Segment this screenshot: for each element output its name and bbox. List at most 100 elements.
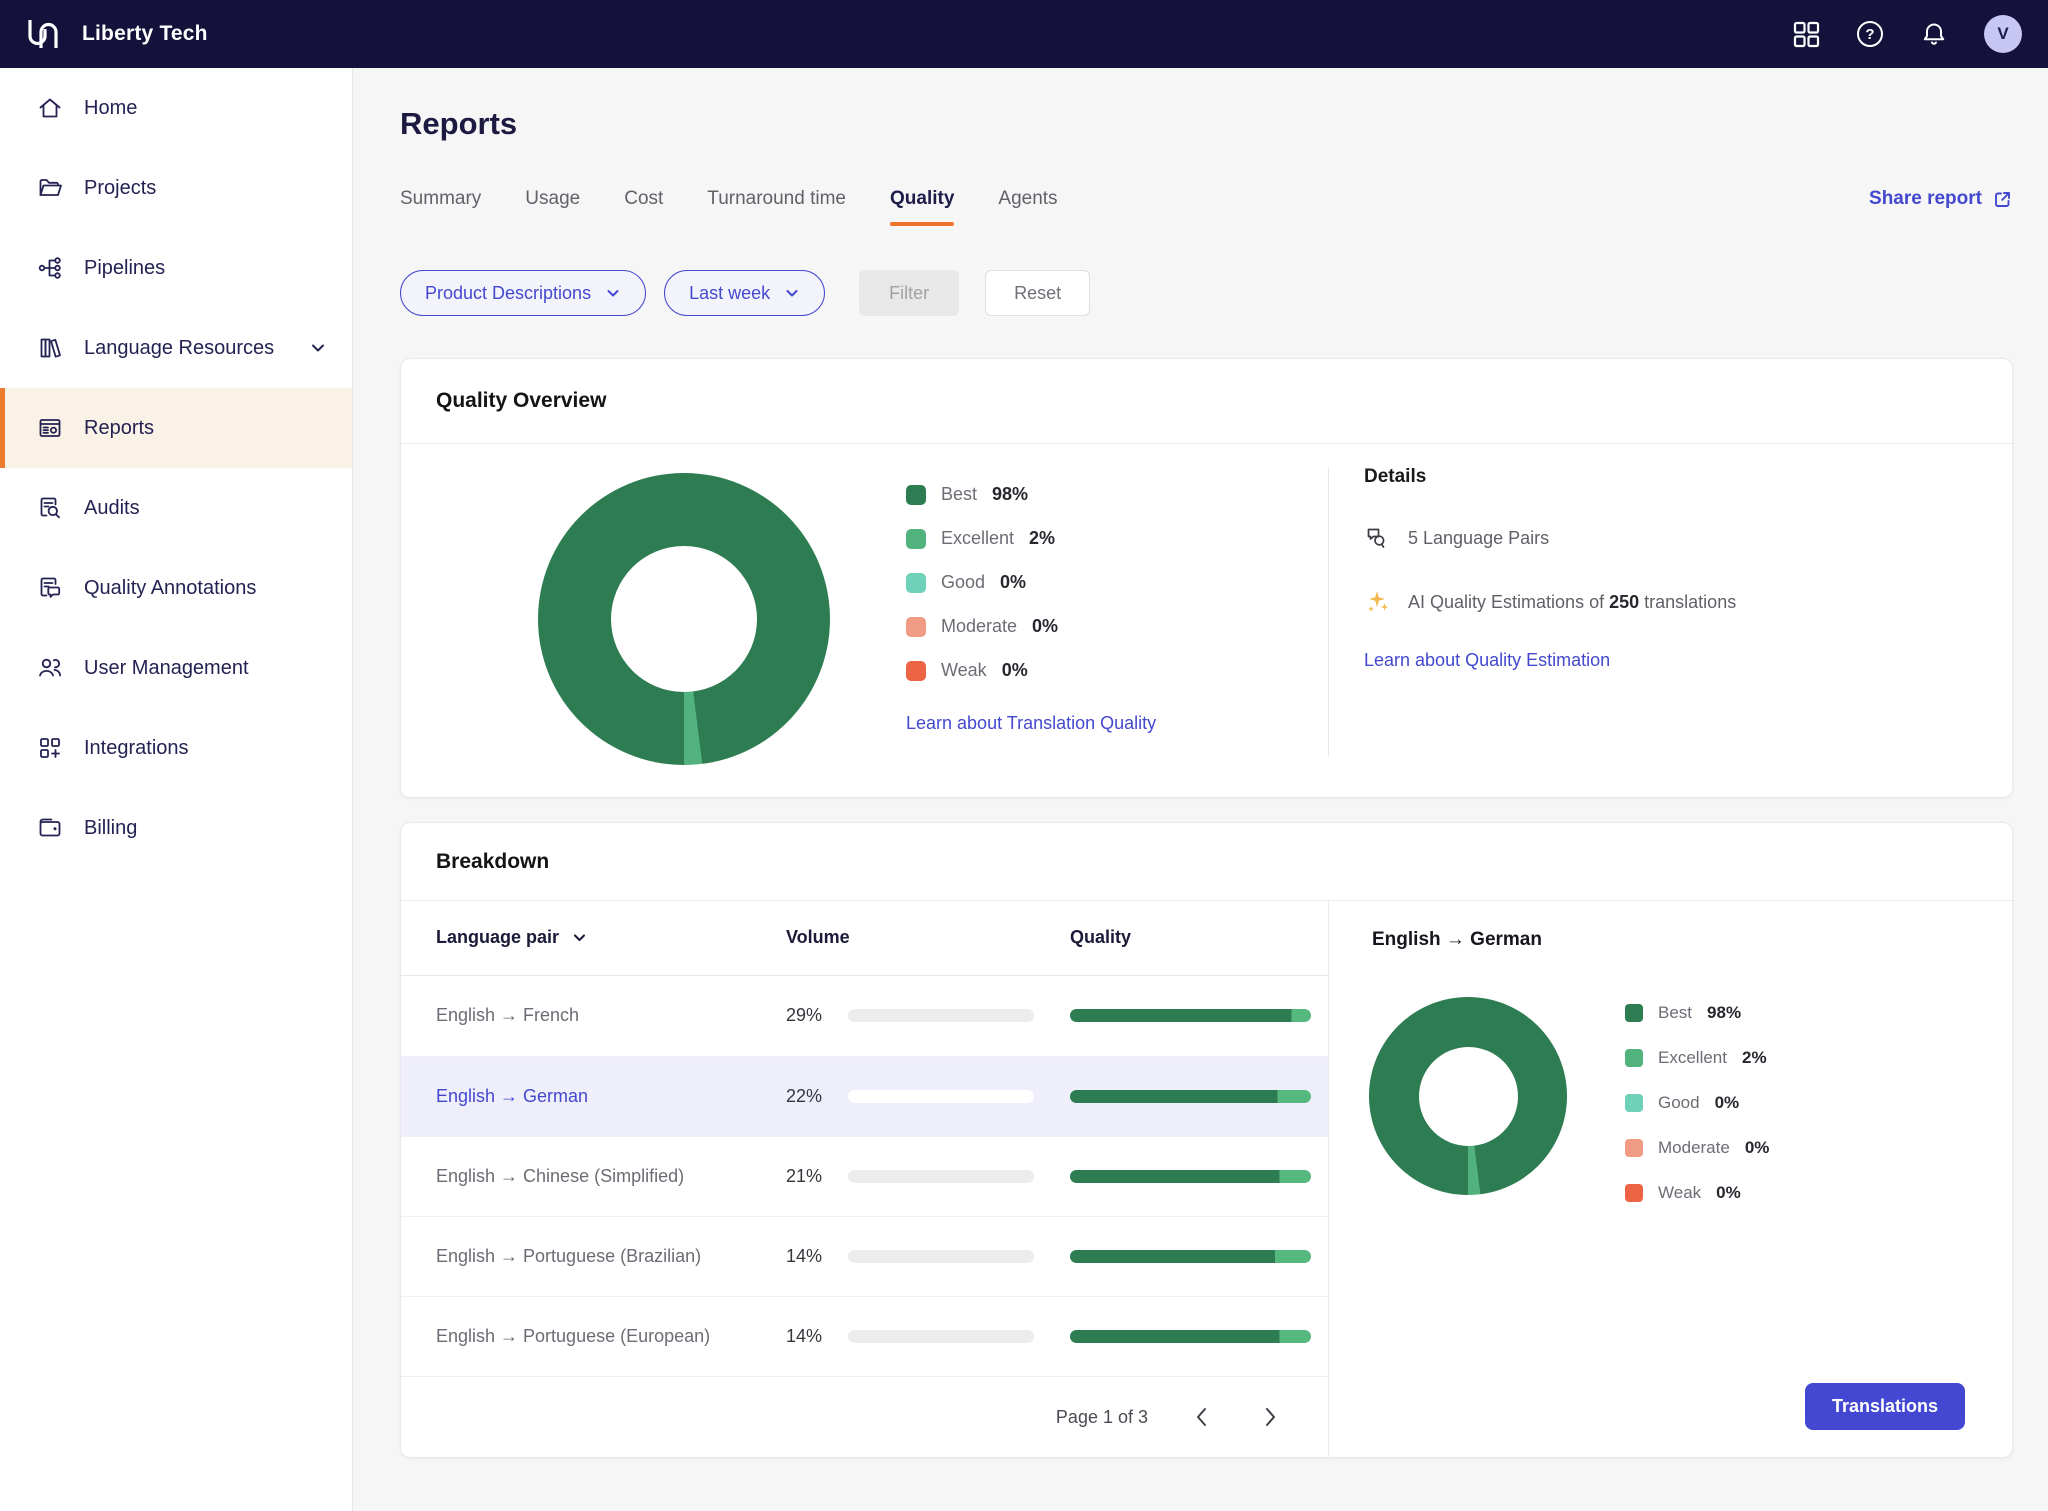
legend-color-chip: [906, 617, 926, 637]
sidebar-item-home[interactable]: Home: [0, 68, 352, 148]
legend-item: Excellent 2%: [906, 528, 1156, 549]
quality-bar: [1070, 1009, 1311, 1022]
volume-percent: 22%: [786, 1086, 836, 1107]
sidebar-item-language-resources[interactable]: Language Resources: [0, 308, 352, 388]
product-filter-dropdown[interactable]: Product Descriptions: [400, 270, 646, 316]
table-rows: English → French 29% English → German 22…: [401, 976, 1328, 1376]
table-row[interactable]: English → Portuguese (European) 14%: [401, 1296, 1328, 1376]
sidebar-item-pipelines[interactable]: Pipelines: [0, 228, 352, 308]
quality-overview-title: Quality Overview: [401, 359, 2012, 444]
tab-agents[interactable]: Agents: [998, 188, 1057, 226]
sidebar-item-integrations[interactable]: Integrations: [0, 708, 352, 788]
legend-item: Good 0%: [906, 572, 1156, 593]
folder-icon: [36, 174, 64, 202]
legend-color-chip: [1625, 1049, 1643, 1067]
sidebar-item-quality-annotations[interactable]: Quality Annotations: [0, 548, 352, 628]
tab-quality[interactable]: Quality: [890, 188, 954, 226]
translations-button[interactable]: Translations: [1805, 1383, 1965, 1430]
ai-quality-estimations-detail: AI Quality Estimations of 250 translatio…: [1364, 588, 1736, 616]
sidebar-item-reports[interactable]: Reports: [0, 388, 352, 468]
legend-color-chip: [906, 529, 926, 549]
details-section: Details 5 Language Pairs: [1364, 466, 1736, 671]
previous-page-button[interactable]: [1188, 1403, 1216, 1431]
legend-item: Moderate 0%: [1625, 1138, 1769, 1158]
table-row[interactable]: English → Portuguese (Brazilian) 14%: [401, 1216, 1328, 1296]
sidebar-item-label: Home: [84, 97, 137, 120]
brand-name: Liberty Tech: [82, 22, 208, 46]
volume-percent: 21%: [786, 1166, 836, 1187]
help-icon[interactable]: [1856, 20, 1884, 48]
table-row[interactable]: English → French 29%: [401, 976, 1328, 1056]
legend-item: Best 98%: [1625, 1003, 1769, 1023]
column-header-language-pair[interactable]: Language pair: [436, 927, 786, 948]
reset-button[interactable]: Reset: [985, 270, 1090, 316]
legend-color-chip: [906, 661, 926, 681]
external-link-icon: [1992, 189, 2013, 210]
audit-icon: [36, 494, 64, 522]
quality-overview-donut-chart: [538, 473, 830, 765]
volume-percent: 14%: [786, 1326, 836, 1347]
quality-legend: Best 98% Excellent 2% Good 0%: [906, 484, 1156, 681]
legend-item: Excellent 2%: [1625, 1048, 1769, 1068]
sidebar-item-label: Language Resources: [84, 337, 274, 360]
legend-item: Best 98%: [906, 484, 1156, 505]
legend-item: Good 0%: [1625, 1093, 1769, 1113]
legend-item: Weak 0%: [906, 660, 1156, 681]
period-filter-dropdown[interactable]: Last week: [664, 270, 825, 316]
sidebar-item-billing[interactable]: Billing: [0, 788, 352, 868]
language-pair-donut-chart: [1369, 997, 1567, 1195]
books-icon: [36, 334, 64, 362]
chevron-right-icon: [1257, 1404, 1283, 1430]
brand: Liberty Tech: [22, 15, 208, 53]
volume-bar: [848, 1330, 1034, 1343]
next-page-button[interactable]: [1256, 1403, 1284, 1431]
sidebar-item-label: Quality Annotations: [84, 577, 256, 600]
apps-grid-icon[interactable]: [1792, 20, 1820, 48]
detail-panel-legend: Best 98% Excellent 2% Good 0%: [1625, 1003, 1769, 1203]
sidebar-item-audits[interactable]: Audits: [0, 468, 352, 548]
volume-cell: 14%: [786, 1246, 1070, 1267]
table-header-row: Language pair Volume Quality: [401, 901, 1328, 976]
tab-usage[interactable]: Usage: [525, 188, 580, 226]
detail-panel-title: English → German: [1372, 929, 1542, 951]
legend-color-chip: [1625, 1139, 1643, 1157]
table-row[interactable]: English → German 22%: [401, 1056, 1328, 1136]
language-pair-label: English → Chinese (Simplified): [436, 1166, 786, 1187]
breakdown-title: Breakdown: [401, 823, 2012, 901]
chevron-left-icon: [1189, 1404, 1215, 1430]
tab-turnaround-time[interactable]: Turnaround time: [707, 188, 846, 226]
sidebar-item-user-management[interactable]: User Management: [0, 628, 352, 708]
user-avatar[interactable]: V: [1984, 15, 2022, 53]
legend-item: Moderate 0%: [906, 616, 1156, 637]
filter-button[interactable]: Filter: [859, 270, 959, 316]
learn-translation-quality-link[interactable]: Learn about Translation Quality: [906, 713, 1156, 734]
volume-bar: [848, 1090, 1034, 1103]
language-pairs-detail: 5 Language Pairs: [1364, 524, 1736, 552]
page-title: Reports: [400, 106, 2013, 142]
volume-bar: [848, 1170, 1034, 1183]
report-icon: [36, 414, 64, 442]
quality-bar: [1070, 1090, 1311, 1103]
sidebar-item-projects[interactable]: Projects: [0, 148, 352, 228]
liberty-tech-logo-icon: [22, 15, 64, 53]
pagination: Page 1 of 3: [401, 1376, 1328, 1458]
volume-cell: 29%: [786, 1005, 1070, 1026]
volume-cell: 21%: [786, 1166, 1070, 1187]
breakdown-card: Breakdown Language pair Volume Quality: [400, 822, 2013, 1458]
notifications-bell-icon[interactable]: [1920, 20, 1948, 48]
pipeline-icon: [36, 254, 64, 282]
share-report-link[interactable]: Share report: [1869, 188, 2013, 210]
table-row[interactable]: English → Chinese (Simplified) 21%: [401, 1136, 1328, 1216]
language-pair-label: English → German: [436, 1086, 786, 1107]
volume-percent: 29%: [786, 1005, 836, 1026]
details-title: Details: [1364, 466, 1736, 488]
sidebar-item-label: Audits: [84, 497, 140, 520]
language-pair-label: English → French: [436, 1005, 786, 1026]
tab-cost[interactable]: Cost: [624, 188, 663, 226]
sidebar-item-label: Billing: [84, 817, 137, 840]
integrations-icon: [36, 734, 64, 762]
learn-quality-estimation-link[interactable]: Learn about Quality Estimation: [1364, 650, 1610, 671]
tab-summary[interactable]: Summary: [400, 188, 481, 226]
sidebar-item-label: Integrations: [84, 737, 189, 760]
report-tabs: Summary Usage Cost Turnaround time Quali…: [400, 188, 1058, 226]
